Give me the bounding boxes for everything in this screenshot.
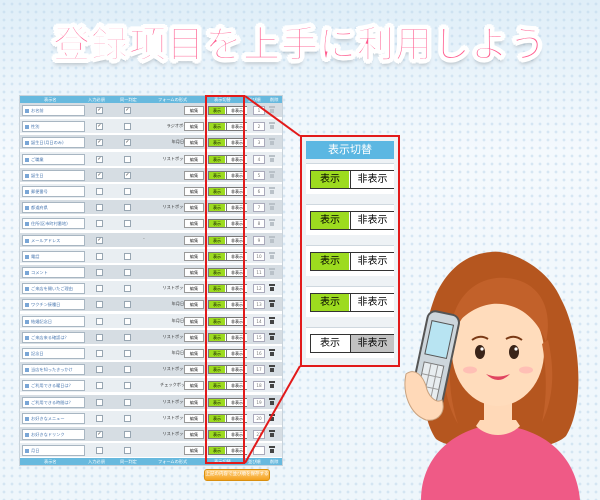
zoom-toggle-row: 表示 非表示 bbox=[306, 204, 394, 235]
zoom-toggle-row: 表示 非表示 bbox=[306, 245, 394, 276]
zoom-toggle-hide[interactable]: 非表示 bbox=[350, 335, 394, 352]
zoom-display-toggle[interactable]: 表示 非表示 bbox=[310, 334, 394, 353]
banner: 登録項目を上手に利用しよう 表示名 入力必須 同一判定 フォームの形式 表示切替… bbox=[0, 0, 600, 500]
zoom-display-toggle[interactable]: 表示 非表示 bbox=[310, 170, 394, 189]
zoom-panel-title: 表示切替 bbox=[306, 141, 394, 159]
zoom-toggle-show[interactable]: 表示 bbox=[311, 294, 349, 311]
zoom-display-toggle[interactable]: 表示 非表示 bbox=[310, 252, 394, 271]
zoom-toggle-hide[interactable]: 非表示 bbox=[350, 171, 394, 188]
woman-with-phone-illustration bbox=[404, 251, 580, 500]
zoom-toggle-row: 表示 非表示 bbox=[306, 163, 394, 194]
zoom-display-toggle[interactable]: 表示 非表示 bbox=[310, 211, 394, 230]
zoom-toggle-hide[interactable]: 非表示 bbox=[350, 212, 394, 229]
zoom-toggle-show[interactable]: 表示 bbox=[311, 253, 349, 270]
zoom-toggle-show[interactable]: 表示 bbox=[311, 171, 349, 188]
zoom-toggle-show[interactable]: 表示 bbox=[311, 335, 349, 352]
zoom-display-toggle[interactable]: 表示 非表示 bbox=[310, 293, 394, 312]
zoom-toggle-row: 表示 非表示 bbox=[306, 286, 394, 317]
zoom-toggle-hide[interactable]: 非表示 bbox=[350, 294, 394, 311]
zoom-toggle-row: 表示 非表示 bbox=[306, 327, 394, 358]
toggle-zoom-panel: 表示切替 表示 非表示 表示 非表示 表示 非表示 表示 非表示 表示 非表示 bbox=[300, 135, 400, 367]
zoom-toggle-hide[interactable]: 非表示 bbox=[350, 253, 394, 270]
zoom-toggle-show[interactable]: 表示 bbox=[311, 212, 349, 229]
